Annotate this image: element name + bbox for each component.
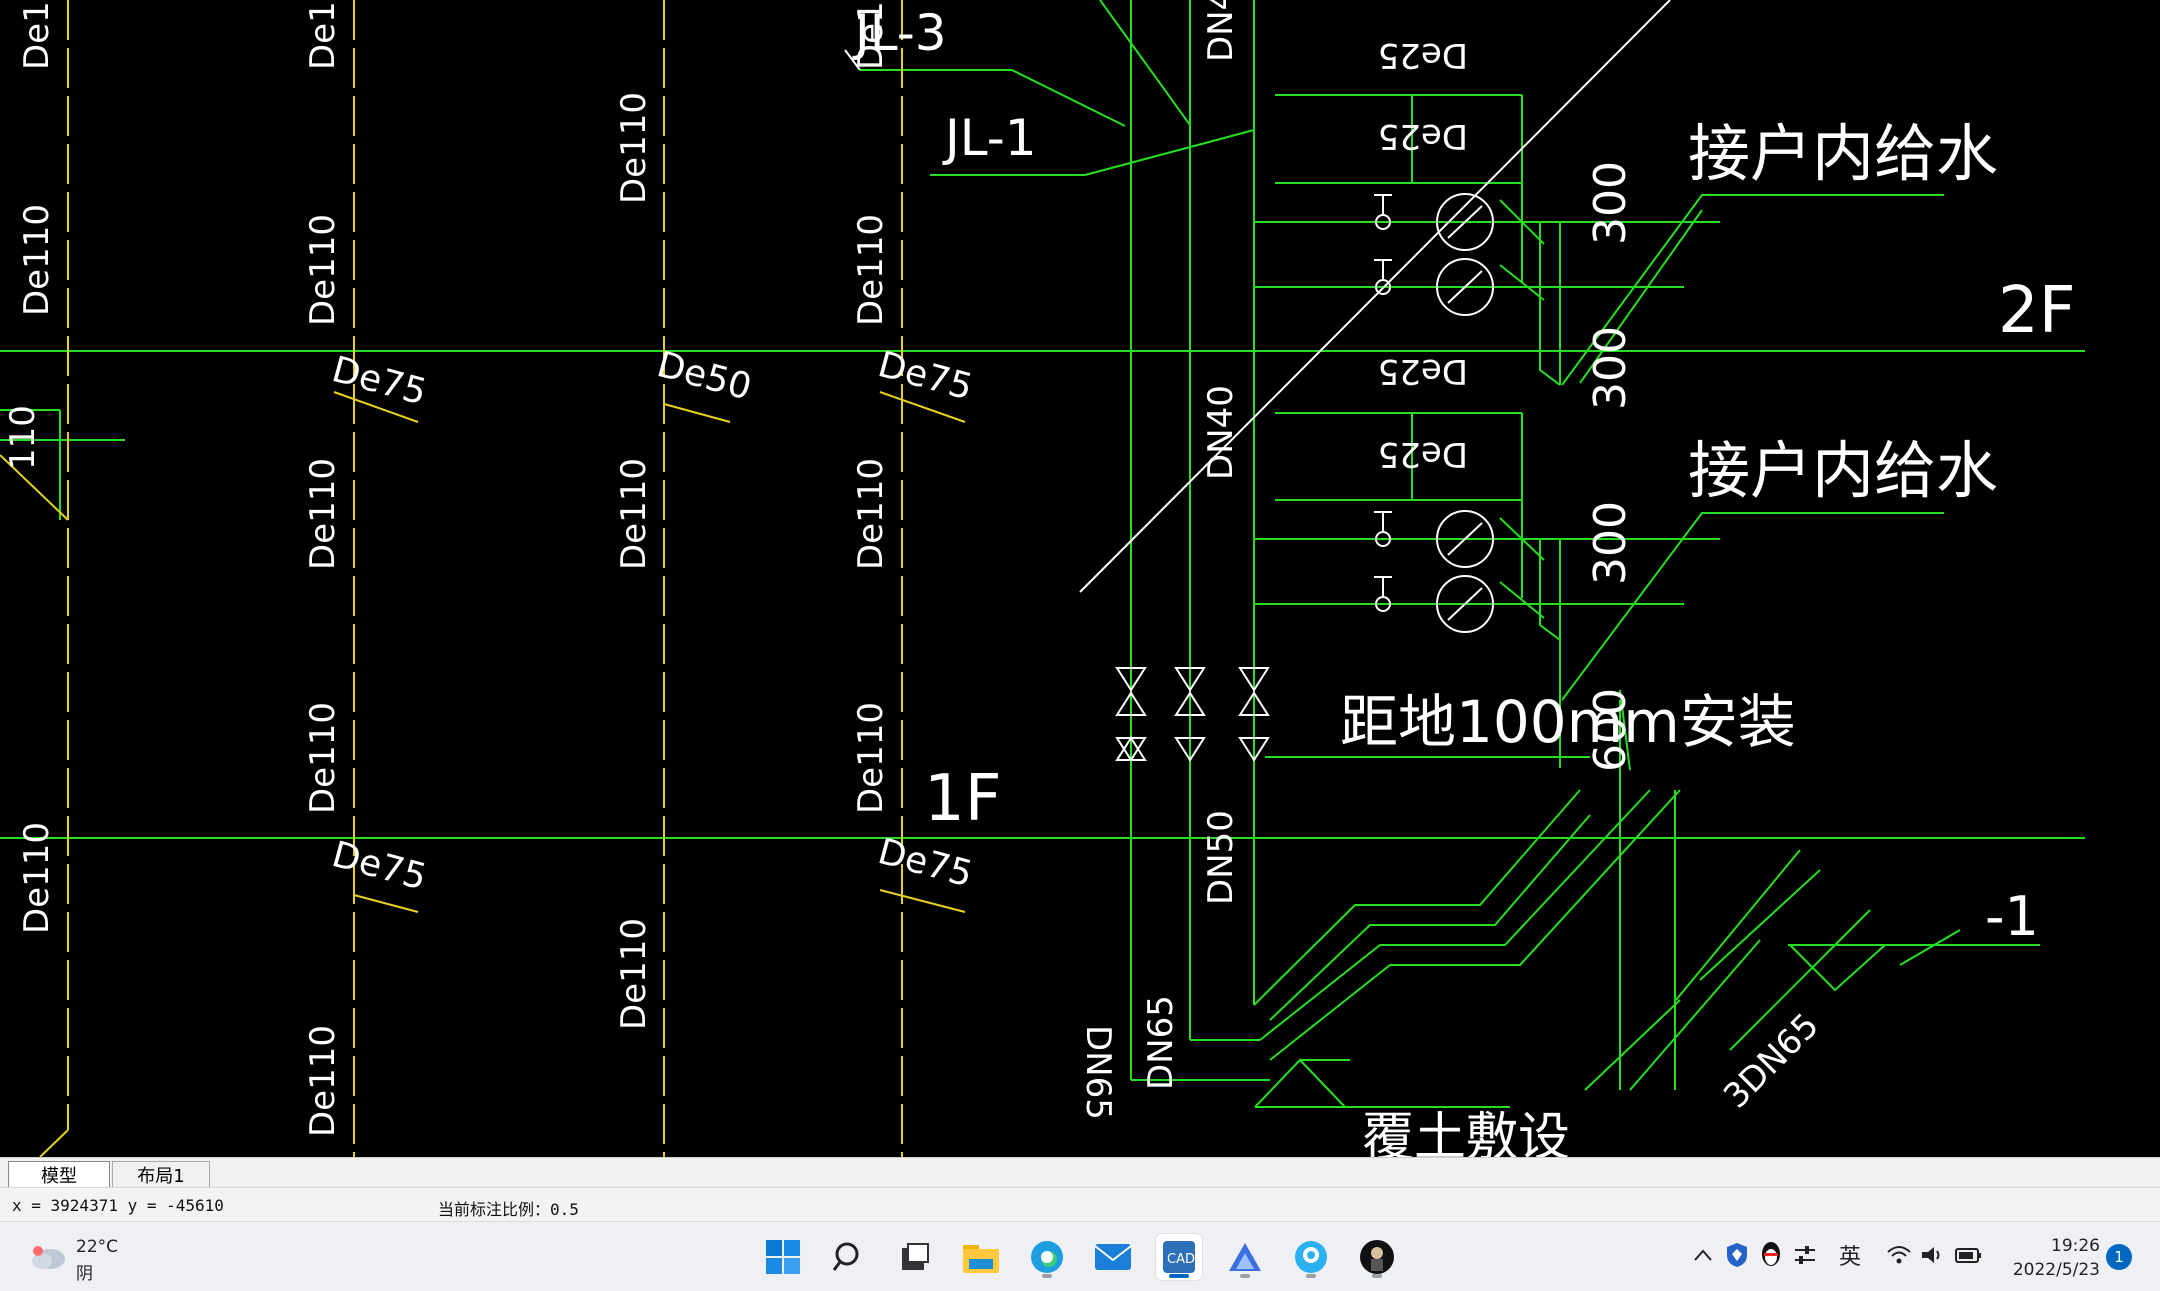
label-jl3: JL-3	[852, 4, 947, 62]
label-de25: De25	[1378, 351, 1468, 391]
label-dn65: DN65	[1141, 995, 1181, 1090]
cloud-rain-icon	[32, 1246, 65, 1269]
dim-300: 300	[1585, 161, 1636, 245]
label-floor-2f: 2F	[1998, 274, 2076, 348]
label-floor-1f: 1F	[924, 762, 1002, 836]
note-household-supply: 接户内给水	[1688, 117, 1998, 190]
notification-badge[interactable]: 1	[2106, 1244, 2132, 1270]
clock-date: 2022/5/23	[2012, 1260, 2100, 1280]
label-de110: De110	[614, 92, 654, 204]
ime-language-indicator[interactable]: 英	[1830, 1238, 1870, 1272]
label-de110: De110	[17, 822, 57, 934]
label-de110: De110	[17, 204, 57, 316]
pen-app-icon[interactable]	[1222, 1234, 1268, 1280]
layout-tabbar: 模型 布局1	[0, 1157, 2160, 1188]
label-dn4: DN4	[1201, 0, 1241, 62]
dim-300: 300	[1585, 326, 1636, 410]
settings-sliders-icon[interactable]	[1790, 1238, 1820, 1272]
running-indicator	[1372, 1274, 1382, 1278]
label-de110: De110	[303, 1025, 343, 1137]
label-de75: De75	[328, 349, 431, 413]
cad-app-icon[interactable]: CAD	[1156, 1234, 1202, 1280]
cursor-coordinates: x = 3924371 y = -45610	[12, 1196, 224, 1215]
label-de110: De110	[303, 214, 343, 326]
tab-layout1[interactable]: 布局1	[112, 1161, 210, 1187]
wifi-icon[interactable]	[1884, 1238, 1914, 1272]
label-de110: De110	[851, 214, 891, 326]
file-explorer-icon[interactable]	[958, 1234, 1004, 1280]
label-floor-basement: -1	[1985, 885, 2039, 948]
label-dn50: DN50	[1201, 810, 1241, 905]
system-clock[interactable]: 19:26 2022/5/23	[2000, 1234, 2100, 1282]
drawing-text: De11 De11 De11 De110 De110 De110 De110 D…	[3, 0, 2076, 1157]
drawing-svg: De11 De11 De11 De110 De110 De110 De110 D…	[0, 0, 2085, 1157]
yellow-pipes	[0, 0, 966, 1157]
tab-model[interactable]: 模型	[8, 1161, 110, 1187]
clock-time: 19:26	[2051, 1236, 2100, 1256]
label-de75: De75	[328, 834, 431, 898]
avatar-app-icon[interactable]	[1354, 1234, 1400, 1280]
label-dn65-b: DN65	[1078, 1025, 1118, 1120]
running-indicator	[1306, 1274, 1316, 1278]
mail-icon[interactable]	[1090, 1234, 1136, 1280]
label-de25: De25	[1378, 35, 1468, 75]
label-de110: De110	[851, 458, 891, 570]
label-de75: De75	[874, 831, 977, 895]
windows-taskbar: 22°C 阴 CAD 英 19:26 2022/5/23 1	[0, 1221, 2160, 1291]
note-buried: 覆土敷设	[1362, 1108, 1570, 1157]
start-icon[interactable]	[760, 1234, 806, 1280]
label-de110: De110	[303, 702, 343, 814]
label-110: 110	[3, 405, 43, 470]
label-jl1: JL-1	[942, 109, 1037, 167]
running-indicator	[1240, 1274, 1250, 1278]
search-icon[interactable]	[826, 1234, 872, 1280]
label-de110: De110	[851, 702, 891, 814]
chevron-up-icon[interactable]	[1688, 1238, 1718, 1272]
svg-text:CAD: CAD	[1167, 1252, 1195, 1267]
cad-drawing-canvas[interactable]: De11 De11 De11 De110 De110 De110 De110 D…	[0, 0, 2160, 1157]
search-browser-icon[interactable]	[1288, 1234, 1334, 1280]
note-install-height: 距地100mm安装	[1340, 688, 1796, 756]
battery-icon[interactable]	[1952, 1238, 1986, 1272]
label-de11-b: De11	[303, 0, 343, 70]
task-view-icon[interactable]	[892, 1234, 938, 1280]
dim-300: 300	[1585, 501, 1636, 585]
annotation-scale: 当前标注比例：0.5	[438, 1200, 579, 1219]
label-de110: De110	[614, 458, 654, 570]
note-household-supply: 接户内给水	[1688, 434, 1998, 507]
label-de11-a: De11	[17, 0, 57, 70]
label-de110: De110	[614, 918, 654, 1030]
security-shield-icon[interactable]	[1722, 1238, 1752, 1272]
status-bar: x = 3924371 y = -45610 当前标注比例：0.5	[0, 1187, 2160, 1222]
weather-description: 阴	[76, 1264, 93, 1284]
label-de75: De75	[874, 344, 977, 408]
dim-600: 600	[1585, 688, 1636, 772]
label-de110: De110	[303, 458, 343, 570]
weather-widget[interactable]: 22°C 阴	[28, 1233, 148, 1284]
volume-icon[interactable]	[1918, 1238, 1948, 1272]
label-de25: De25	[1378, 434, 1468, 474]
active-indicator	[1169, 1274, 1189, 1278]
edge-icon[interactable]	[1024, 1234, 1070, 1280]
label-3dn65: 3DN65	[1716, 1006, 1827, 1117]
weather-temperature: 22°C	[76, 1237, 119, 1257]
label-dn40: DN40	[1201, 385, 1241, 480]
running-indicator	[1042, 1274, 1052, 1278]
label-de50: De50	[653, 344, 756, 408]
qq-penguin-icon[interactable]	[1756, 1238, 1786, 1272]
label-de25: De25	[1378, 116, 1468, 156]
